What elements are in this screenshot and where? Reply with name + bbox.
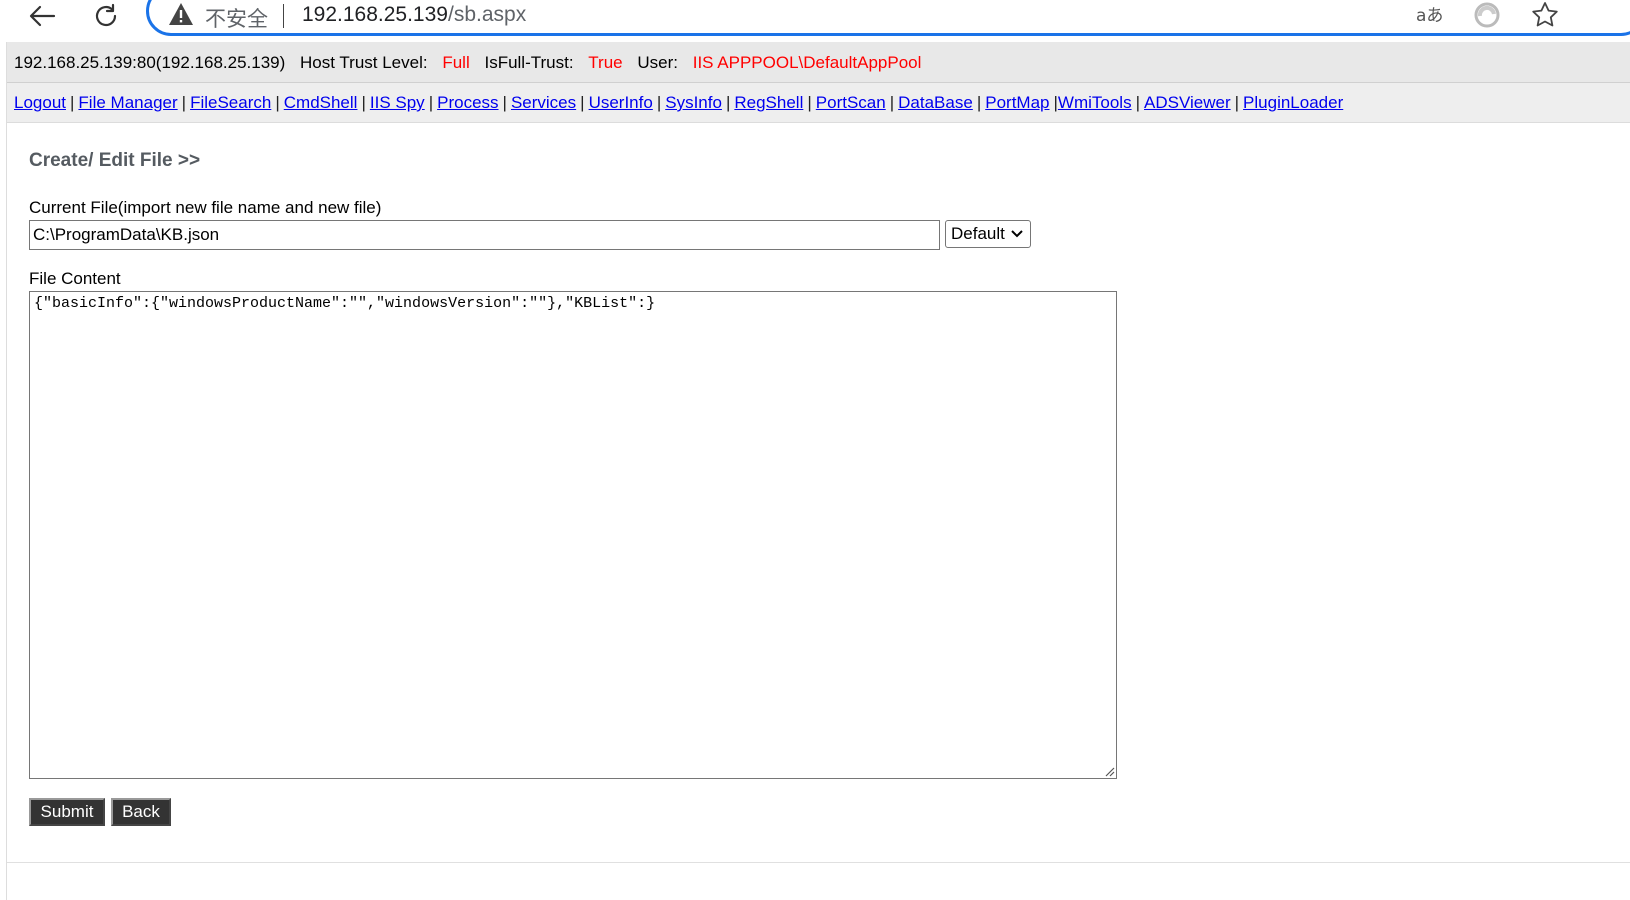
security-status-label[interactable]: 不安全 bbox=[205, 3, 268, 33]
favorite-star-icon[interactable] bbox=[1530, 0, 1560, 35]
menu-port-map[interactable]: PortMap bbox=[985, 93, 1049, 112]
host-address: 192.168.25.139:80(192.168.25.139) bbox=[14, 53, 286, 72]
page-title: Create/ Edit File >> bbox=[29, 150, 201, 171]
divider bbox=[7, 862, 1630, 863]
current-file-label: Current File(import new file name and ne… bbox=[29, 198, 382, 217]
trust-level-label: Host Trust Level: bbox=[300, 53, 428, 72]
encoding-selected-value: Default bbox=[951, 224, 1005, 243]
menu-process[interactable]: Process bbox=[437, 93, 498, 112]
menu-file-manager[interactable]: File Manager bbox=[78, 93, 177, 112]
menu-separator: | bbox=[889, 93, 895, 112]
trust-level-value: Full bbox=[442, 53, 470, 72]
chevron-down-icon bbox=[1011, 230, 1023, 238]
user-value: IIS APPPOOL\DefaultAppPool bbox=[692, 53, 922, 72]
full-trust-label: IsFull-Trust: bbox=[484, 53, 574, 72]
user-label: User: bbox=[637, 53, 678, 72]
reload-icon[interactable] bbox=[86, 0, 126, 32]
encoding-select[interactable]: Default bbox=[945, 220, 1031, 248]
menu-iis-spy[interactable]: IIS Spy bbox=[370, 93, 425, 112]
menu-sys-info[interactable]: SysInfo bbox=[665, 93, 722, 112]
menu-separator: | bbox=[1234, 93, 1240, 112]
address-separator bbox=[283, 4, 284, 28]
menu-plugin-loader[interactable]: PluginLoader bbox=[1243, 93, 1343, 112]
menu-separator: | bbox=[580, 93, 585, 112]
menu-separator: | bbox=[725, 93, 731, 112]
submit-button[interactable]: Submit bbox=[29, 798, 105, 826]
menu-separator: | bbox=[428, 93, 434, 112]
browser-essentials-icon[interactable] bbox=[1472, 0, 1502, 35]
menu-separator: | bbox=[502, 93, 507, 112]
back-arrow-icon[interactable] bbox=[22, 0, 62, 32]
menu-reg-shell[interactable]: RegShell bbox=[734, 93, 803, 112]
file-content-label: File Content bbox=[29, 269, 121, 288]
file-path-input[interactable] bbox=[29, 220, 940, 250]
menu-separator: | bbox=[1135, 93, 1140, 112]
menu-file-search[interactable]: FileSearch bbox=[190, 93, 271, 112]
menu-logout[interactable]: Logout bbox=[14, 93, 66, 112]
menu-user-info[interactable]: UserInfo bbox=[589, 93, 653, 112]
menu-separator: | bbox=[656, 93, 662, 112]
back-button[interactable]: Back bbox=[111, 798, 171, 826]
resize-grip-icon[interactable] bbox=[1103, 765, 1115, 777]
full-trust-value: True bbox=[588, 53, 623, 72]
menu-separator: | bbox=[70, 93, 75, 112]
menu-services[interactable]: Services bbox=[511, 93, 576, 112]
host-info-bar: 192.168.25.139:80(192.168.25.139) Host T… bbox=[7, 42, 1630, 83]
menu-separator: | bbox=[807, 93, 812, 112]
menu-cmd-shell[interactable]: CmdShell bbox=[284, 93, 358, 112]
menu-separator: | bbox=[275, 93, 280, 112]
menu-separator: | bbox=[361, 93, 366, 112]
url-path: /sb.aspx bbox=[447, 3, 527, 26]
menu-database[interactable]: DataBase bbox=[898, 93, 973, 112]
url-host: 192.168.25.139 bbox=[302, 3, 448, 26]
translate-icon[interactable]: aあ bbox=[1414, 0, 1444, 35]
browser-toolbar: 不安全 192.168.25.139/sb.aspx aあ bbox=[0, 0, 1630, 40]
menu-separator: | bbox=[181, 93, 187, 112]
menu-port-scan[interactable]: PortScan bbox=[816, 93, 886, 112]
menu-wmi-tools[interactable]: WmiTools bbox=[1058, 93, 1132, 112]
svg-text:aあ: aあ bbox=[1416, 6, 1443, 26]
tool-menu: Logout | File Manager | FileSearch | CmdShell |… bbox=[7, 83, 1630, 123]
menu-separator: | bbox=[976, 93, 982, 112]
url-text[interactable]: 192.168.25.139/sb.aspx bbox=[302, 3, 526, 27]
file-content-textarea[interactable]: {"basicInfo":{"windowsProductName":"","w… bbox=[29, 291, 1117, 779]
menu-ads-viewer[interactable]: ADSViewer bbox=[1144, 93, 1231, 112]
warning-icon[interactable] bbox=[168, 2, 194, 31]
page-content: 192.168.25.139:80(192.168.25.139) Host T… bbox=[6, 42, 1630, 900]
